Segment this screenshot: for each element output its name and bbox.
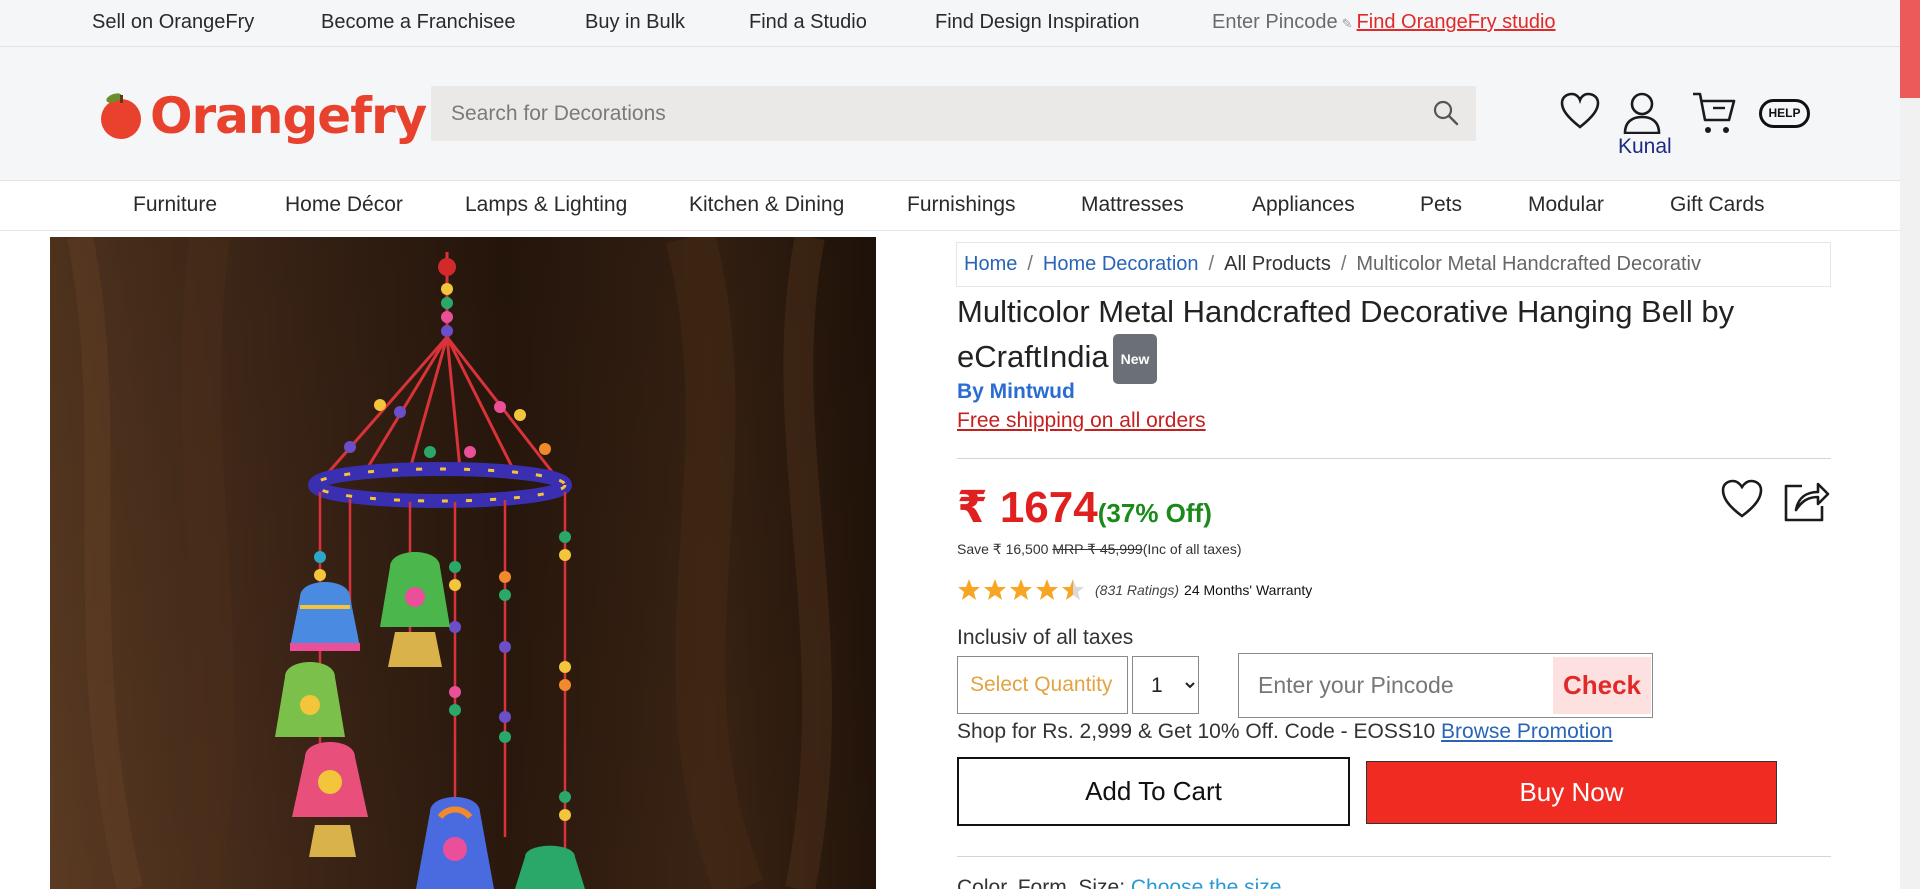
- free-shipping-link[interactable]: Free shipping on all orders: [957, 409, 1206, 433]
- category-modular[interactable]: Modular: [1528, 193, 1604, 217]
- star-full: [1010, 579, 1032, 600]
- add-to-cart-button[interactable]: Add To Cart: [957, 757, 1350, 826]
- breadcrumb-current: Multicolor Metal Handcrafted Decorativ: [1356, 253, 1701, 275]
- promotion-line: Shop for Rs. 2,999 & Get 10% Off. Code -…: [957, 720, 1613, 744]
- pincode-input[interactable]: [1239, 654, 1553, 717]
- choose-size-link[interactable]: Choose the size: [1131, 876, 1282, 889]
- divider: [957, 458, 1831, 459]
- browse-promotion-link[interactable]: Browse Promotion: [1441, 720, 1613, 743]
- category-furnishings[interactable]: Furnishings: [907, 193, 1016, 217]
- brand-link[interactable]: By Mintwud: [957, 380, 1075, 404]
- mrp-price: MRP ₹ 45,999: [1052, 541, 1143, 557]
- quantity-select[interactable]: 1: [1132, 656, 1199, 714]
- hanging-bell-photo: [50, 237, 876, 889]
- rating-row: (831 Ratings) 24 Months' Warranty: [957, 577, 1312, 603]
- breadcrumb-home[interactable]: Home: [964, 253, 1017, 275]
- pencil-icon[interactable]: ✎: [1342, 16, 1353, 31]
- category-home-decor[interactable]: Home Décor: [285, 193, 403, 217]
- pincode-checker: Check: [1238, 653, 1653, 718]
- breadcrumb-separator: /: [1340, 253, 1347, 275]
- breadcrumb-separator: /: [1208, 253, 1215, 275]
- orange-logo-icon: [101, 93, 141, 139]
- price-amount: ₹ 1674: [957, 483, 1098, 532]
- find-a-studio-link[interactable]: Find a Studio: [749, 11, 867, 34]
- top-utility-bar: Sell on OrangeFry Become a Franchisee Bu…: [0, 0, 1900, 47]
- save-line: Save ₹ 16,500 MRP ₹ 45,999(Inc of all ta…: [957, 541, 1242, 558]
- save-amount: Save ₹ 16,500: [957, 541, 1049, 557]
- star-full: [984, 579, 1006, 600]
- user-icon[interactable]: [1622, 92, 1662, 134]
- select-quantity-label: Select Quantity: [957, 656, 1128, 714]
- category-nav: Furniture Home Décor Lamps & Lighting Ki…: [0, 181, 1900, 231]
- enter-pincode-label[interactable]: Enter Pincode: [1212, 11, 1338, 33]
- star-half: [1062, 579, 1084, 600]
- site-header: Orangefry Kunal HELP: [0, 47, 1900, 181]
- cart-icon[interactable]: [1691, 90, 1737, 136]
- price-block: ₹ 1674(37% Off): [957, 482, 1212, 533]
- share-icon[interactable]: [1782, 478, 1830, 524]
- become-franchisee-link[interactable]: Become a Franchisee: [321, 11, 516, 34]
- category-appliances[interactable]: Appliances: [1252, 193, 1355, 217]
- size-label: Color, Form, Size:: [957, 876, 1126, 889]
- discount-percent: (37% Off): [1097, 498, 1212, 528]
- ratings-count[interactable]: (831 Ratings): [1095, 582, 1179, 598]
- category-pets[interactable]: Pets: [1420, 193, 1462, 217]
- find-design-inspiration-link[interactable]: Find Design Inspiration: [935, 11, 1140, 34]
- product-title: Multicolor Metal Handcrafted Decorative …: [957, 290, 1777, 384]
- page-scrollbar[interactable]: [1900, 0, 1920, 889]
- warranty-text: 24 Months' Warranty: [1184, 582, 1313, 598]
- divider: [957, 856, 1831, 857]
- star-full: [1036, 579, 1058, 600]
- search-input[interactable]: [431, 86, 1421, 141]
- find-studio-link[interactable]: Find OrangeFry studio: [1357, 11, 1556, 33]
- help-button[interactable]: HELP: [1759, 99, 1810, 128]
- pincode-area: Enter Pincode ✎ Find OrangeFry studio: [1212, 11, 1556, 34]
- heart-icon[interactable]: [1560, 92, 1600, 130]
- breadcrumb-all-products[interactable]: All Products: [1224, 253, 1331, 275]
- sell-on-orangefry-link[interactable]: Sell on OrangeFry: [92, 11, 254, 34]
- buy-now-button[interactable]: Buy Now: [1366, 761, 1777, 824]
- logo-text: Orangefry: [150, 87, 427, 145]
- user-name[interactable]: Kunal: [1618, 135, 1672, 159]
- star-full: [958, 579, 980, 600]
- promotion-text: Shop for Rs. 2,999 & Get 10% Off. Code -…: [957, 720, 1436, 743]
- category-lamps-lighting[interactable]: Lamps & Lighting: [465, 193, 627, 217]
- orangefry-logo[interactable]: Orangefry: [96, 87, 427, 145]
- inclusive-tax-text: Inclusiv of all taxes: [957, 626, 1134, 649]
- breadcrumb-separator: /: [1027, 253, 1033, 275]
- new-badge: New: [1112, 334, 1158, 384]
- category-mattresses[interactable]: Mattresses: [1081, 193, 1184, 217]
- buy-in-bulk-link[interactable]: Buy in Bulk: [585, 11, 685, 34]
- breadcrumb-home-decoration[interactable]: Home Decoration: [1043, 253, 1199, 275]
- category-gift-cards[interactable]: Gift Cards: [1670, 193, 1765, 217]
- product-image[interactable]: [50, 237, 876, 889]
- size-selector-line: Color, Form, Size: Choose the size: [957, 876, 1281, 889]
- check-pincode-button[interactable]: Check: [1553, 657, 1651, 714]
- star-rating[interactable]: [957, 577, 1091, 603]
- scrollbar-thumb[interactable]: [1900, 0, 1920, 98]
- wishlist-heart-icon[interactable]: [1720, 478, 1764, 520]
- tax-note: (Inc of all taxes): [1142, 541, 1242, 557]
- product-title-text: Multicolor Metal Handcrafted Decorative …: [957, 294, 1735, 375]
- stars-icon: [958, 579, 1084, 600]
- search-bar: [431, 86, 1476, 141]
- category-furniture[interactable]: Furniture: [133, 193, 217, 217]
- breadcrumb: Home / Home Decoration / All Products / Multic…: [956, 242, 1831, 287]
- search-icon[interactable]: [1432, 99, 1460, 127]
- category-kitchen-dining[interactable]: Kitchen & Dining: [689, 193, 844, 217]
